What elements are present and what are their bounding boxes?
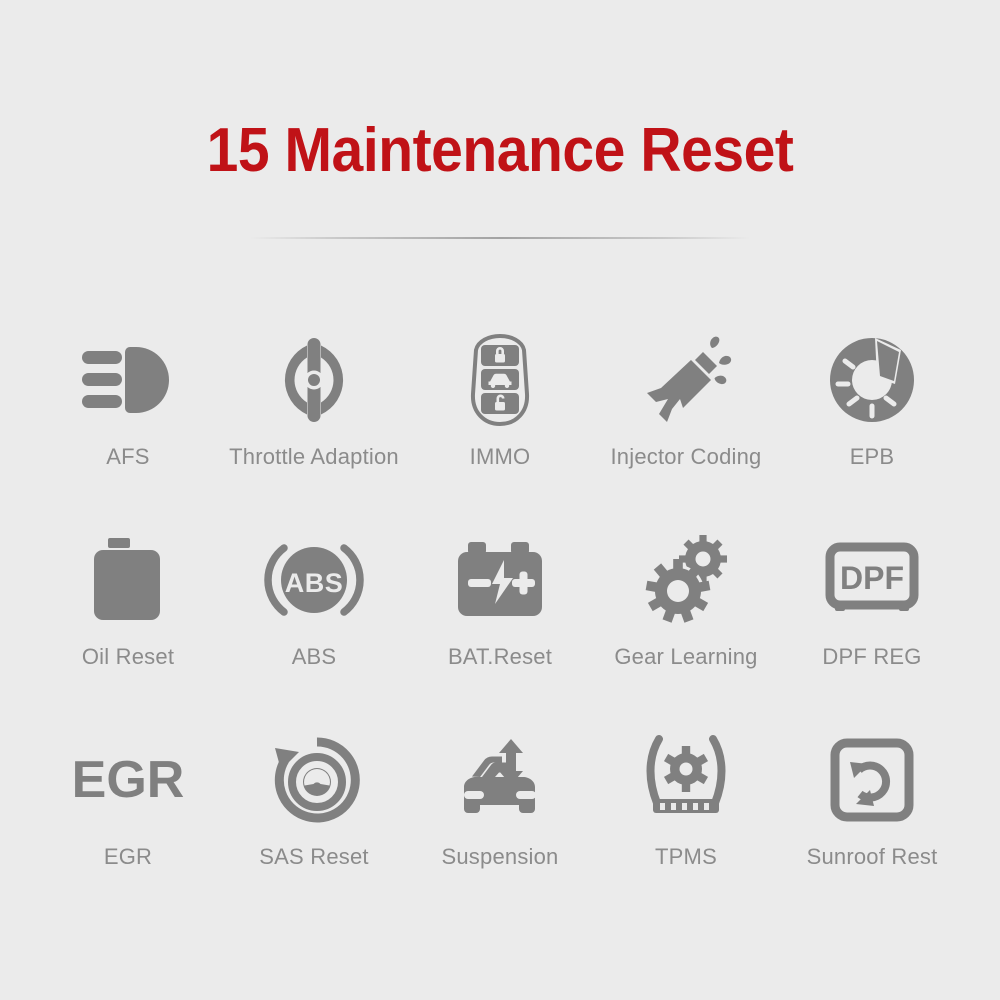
sunroof-reset-icon <box>822 730 922 830</box>
grid-item-afs[interactable]: AFS <box>35 330 221 530</box>
grid-item-label: IMMO <box>469 444 531 469</box>
grid-item-egr[interactable]: EGR EGR <box>35 730 221 930</box>
grid-item-injector-coding[interactable]: Injector Coding <box>593 330 779 530</box>
tire-pressure-gear-icon <box>636 730 736 830</box>
grid-item-abs[interactable]: ABS ABS <box>221 530 407 730</box>
grid-item-gear-learning[interactable]: Gear Learning <box>593 530 779 730</box>
grid-item-sunroof-rest[interactable]: Sunroof Rest <box>779 730 965 930</box>
abs-warning-icon: ABS <box>264 530 364 630</box>
grid-item-suspension[interactable]: Suspension <box>407 730 593 930</box>
grid-item-label: ABS <box>291 644 337 669</box>
grid-item-label: EGR <box>103 844 153 869</box>
steering-angle-reset-icon <box>264 730 364 830</box>
page-title: 15 Maintenance Reset <box>206 116 794 185</box>
egr-icon-text: EGR <box>71 751 185 809</box>
grid-item-label: BAT.Reset <box>447 644 553 669</box>
headlamp-afs-icon <box>78 330 178 430</box>
grid-item-label: Injector Coding <box>610 444 762 469</box>
title-divider <box>250 237 750 239</box>
grid-item-label: TPMS <box>655 844 717 869</box>
car-battery-icon <box>450 530 550 630</box>
fuel-injector-icon <box>636 330 736 430</box>
car-suspension-icon <box>450 730 550 830</box>
svg-text:DPF: DPF <box>840 560 904 596</box>
grid-item-oil-reset[interactable]: Oil Reset <box>35 530 221 730</box>
grid-item-label: AFS <box>106 444 150 469</box>
car-key-fob-icon <box>450 330 550 430</box>
page-header: 15 Maintenance Reset <box>0 118 1000 183</box>
grid-item-label: EPB <box>849 444 895 469</box>
grid-item-tpms[interactable]: TPMS <box>593 730 779 930</box>
grid-item-throttle-adaption[interactable]: Throttle Adaption <box>221 330 407 530</box>
grid-item-dpf-reg[interactable]: DPF DPF REG <box>779 530 965 730</box>
grid-item-label: Oil Reset <box>81 644 175 669</box>
grid-item-label: Throttle Adaption <box>229 444 399 469</box>
brake-disc-caliper-icon <box>822 330 922 430</box>
grid-item-label: Gear Learning <box>614 644 758 669</box>
grid-item-label: DPF REG <box>822 644 922 669</box>
egr-text-icon: EGR <box>72 730 185 830</box>
svg-text:ABS: ABS <box>285 568 344 598</box>
oil-can-icon <box>78 530 178 630</box>
grid-item-sas-reset[interactable]: SAS Reset <box>221 730 407 930</box>
grid-item-bat-reset[interactable]: BAT.Reset <box>407 530 593 730</box>
maintenance-function-grid: AFS Throttle Adaption IMMO Injector Codi… <box>35 330 965 930</box>
dpf-filter-icon: DPF <box>822 530 922 630</box>
two-gears-icon <box>636 530 736 630</box>
grid-item-epb[interactable]: EPB <box>779 330 965 530</box>
grid-item-immo[interactable]: IMMO <box>407 330 593 530</box>
grid-item-label: Sunroof Rest <box>806 844 938 869</box>
grid-item-label: SAS Reset <box>259 844 369 869</box>
throttle-body-icon <box>264 330 364 430</box>
grid-item-label: Suspension <box>441 844 559 869</box>
